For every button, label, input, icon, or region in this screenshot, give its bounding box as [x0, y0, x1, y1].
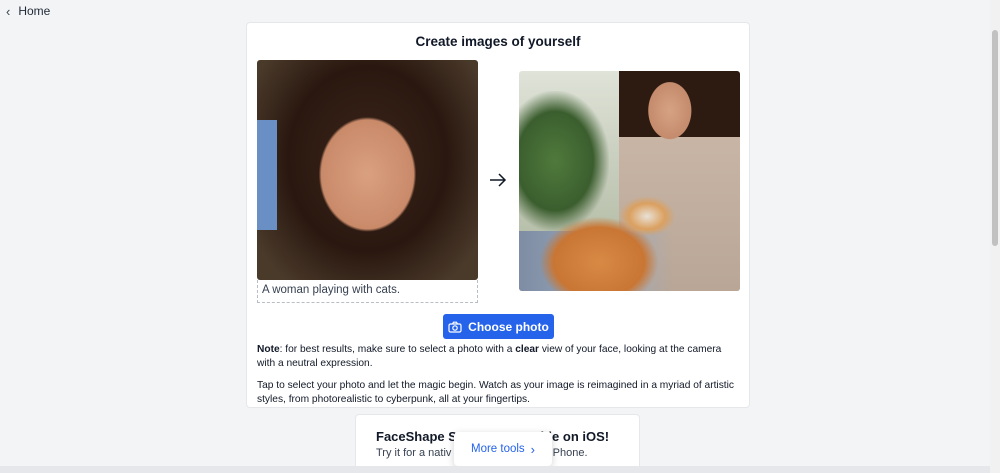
main-card: Create images of yourself A woman playin… — [246, 22, 750, 408]
scrollbar-thumb[interactable] — [992, 30, 998, 246]
instructions-text: Tap to select your photo and let the mag… — [257, 380, 734, 405]
source-photo[interactable] — [257, 60, 478, 280]
photo-cat — [539, 176, 689, 291]
page-title: Create images of yourself — [415, 34, 581, 49]
more-tools-label: More tools — [470, 443, 525, 455]
camera-icon — [448, 321, 462, 333]
note-part-1: : for best results, make sure to select … — [279, 344, 516, 355]
home-link[interactable]: Home — [18, 4, 50, 18]
choose-photo-button[interactable]: Choose photo — [443, 314, 554, 339]
note-label: Note — [257, 344, 280, 355]
horizontal-scrollbar[interactable] — [0, 466, 990, 473]
promo-subtitle-start: Try it for a nativ — [376, 447, 452, 459]
note-emphasis: clear — [515, 344, 539, 355]
top-nav: ‹ Home — [0, 0, 990, 22]
note-text: Note: for best results, make sure to sel… — [257, 343, 741, 371]
arrow-right-icon — [490, 173, 507, 187]
chevron-right-icon: › — [530, 441, 536, 457]
photo-background — [257, 120, 277, 230]
result-photo — [519, 71, 740, 291]
chevron-left-icon[interactable]: ‹ — [6, 4, 10, 19]
prompt-caption[interactable]: A woman playing with cats. — [257, 280, 478, 303]
vertical-scrollbar[interactable] — [990, 0, 1000, 473]
promo-title-start: FaceShape St — [376, 429, 462, 444]
more-tools-button[interactable]: More tools › — [454, 432, 552, 466]
choose-photo-label: Choose photo — [468, 319, 549, 334]
